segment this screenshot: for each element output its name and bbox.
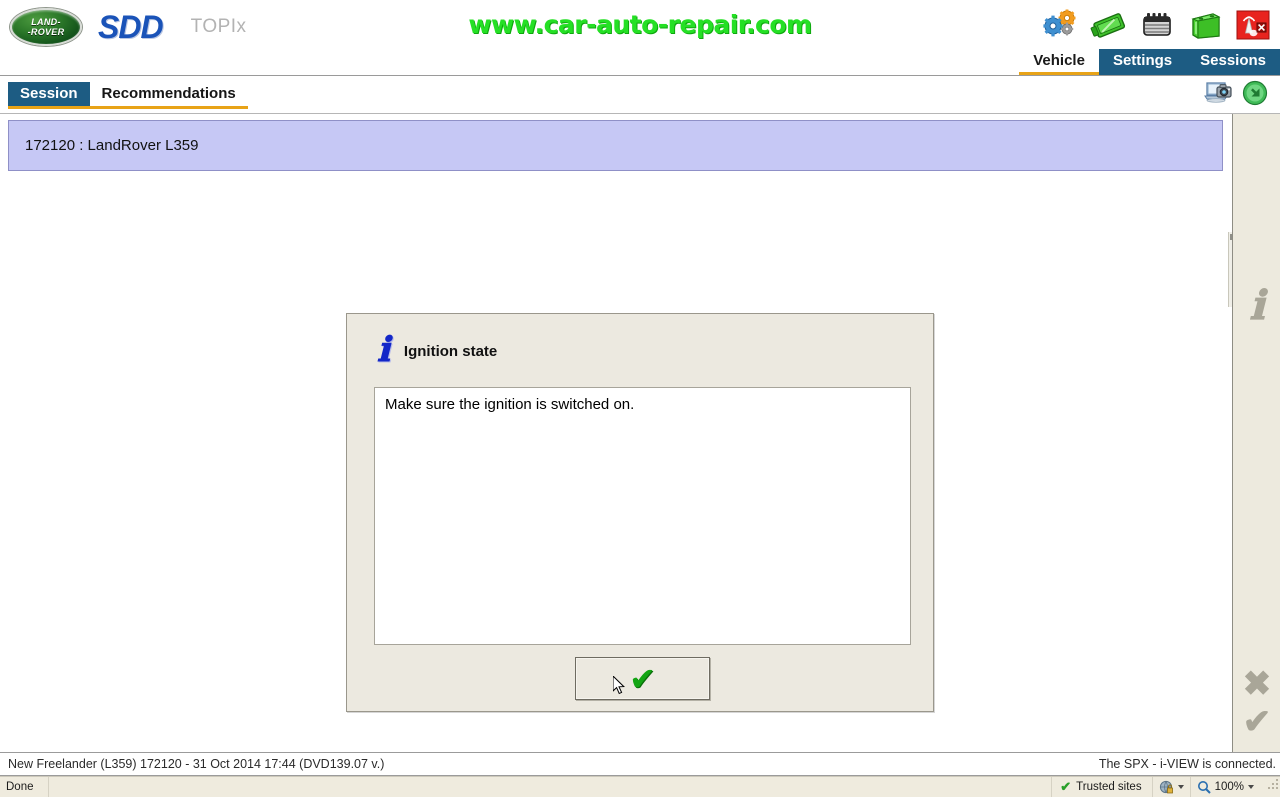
dialog-title-row: ℹ Ignition state xyxy=(377,332,498,369)
tab-recommendations[interactable]: Recommendations xyxy=(89,82,248,109)
info-icon: ℹ xyxy=(1249,283,1265,328)
tab-session[interactable]: Session xyxy=(8,82,90,109)
green-check-icon: ✔ xyxy=(1060,779,1072,794)
sub-navigation-bar: Session Recommendations xyxy=(0,76,1280,114)
land-rover-logo: LAND- -ROVER xyxy=(10,8,82,46)
main-content-area: 172120 : LandRover L359 ℹ Ignition state… xyxy=(0,114,1280,752)
sub-bar-icon-tray xyxy=(1204,79,1268,112)
browser-status-bar: Done ✔ Trusted sites 100% xyxy=(0,776,1280,797)
application-window: LAND- -ROVER SDD TOPIx www.car-auto-repa… xyxy=(0,0,1280,800)
confirm-check-icon: ✔ xyxy=(1242,703,1272,741)
security-zone-label: Trusted sites xyxy=(1076,781,1142,793)
dialog-confirm-button[interactable]: ✔ xyxy=(575,657,710,700)
subproduct-title: TOPIx xyxy=(190,16,247,37)
right-action-rail: ℹ ✖ ✔ xyxy=(1232,114,1280,752)
dialog-message: Make sure the ignition is switched on. xyxy=(385,396,635,413)
ignition-state-dialog: ℹ Ignition state Make sure the ignition … xyxy=(346,313,934,712)
dialog-title: Ignition state xyxy=(403,342,498,360)
tab-settings[interactable]: Settings xyxy=(1098,49,1187,75)
tab-vehicle[interactable]: Vehicle xyxy=(1019,49,1099,75)
chevron-down-icon[interactable] xyxy=(1177,785,1184,789)
magnifier-icon xyxy=(1197,781,1211,794)
green-back-arrow-icon[interactable] xyxy=(1242,80,1268,111)
dialog-message-panel: Make sure the ignition is switched on. xyxy=(374,387,911,645)
zoom-level-label: 100% xyxy=(1214,781,1244,793)
app-header: LAND- -ROVER SDD TOPIx www.car-auto-repa… xyxy=(0,0,1280,76)
logo-line-2: -ROVER xyxy=(27,27,65,37)
green-check-icon: ✔ xyxy=(629,659,656,698)
status-vehicle-info: New Freelander (L359) 172120 - 31 Oct 20… xyxy=(8,757,385,771)
security-zone-indicator[interactable]: ✔ Trusted sites xyxy=(1051,777,1151,797)
zoom-control[interactable]: 100% xyxy=(1189,777,1264,797)
tab-sessions[interactable]: Sessions xyxy=(1186,49,1280,75)
header-tabs: Vehicle Settings Sessions xyxy=(1019,49,1280,75)
battery-icon[interactable] xyxy=(1184,4,1226,46)
content-column: 172120 : LandRover L359 ℹ Ignition state… xyxy=(0,114,1241,752)
screenshot-camera-icon[interactable] xyxy=(1204,79,1234,112)
sub-tabs: Session Recommendations xyxy=(8,82,248,109)
wireless-disconnected-icon[interactable] xyxy=(1232,4,1274,46)
brand-area: LAND- -ROVER SDD TOPIx xyxy=(10,8,247,46)
header-icon-tray xyxy=(1040,4,1274,46)
session-banner: 172120 : LandRover L359 xyxy=(8,120,1223,171)
application-status-bar: New Freelander (L359) 172120 - 31 Oct 20… xyxy=(0,752,1280,776)
ecu-module-icon[interactable] xyxy=(1136,4,1178,46)
session-banner-label: 172120 : LandRover L359 xyxy=(25,137,199,154)
connector-cable-icon[interactable] xyxy=(1088,4,1130,46)
product-title: SDD xyxy=(98,8,164,45)
info-icon: ℹ xyxy=(377,332,390,369)
chevron-down-icon[interactable] xyxy=(1248,785,1254,789)
resize-grip[interactable] xyxy=(1266,777,1280,797)
internet-zone-icon[interactable] xyxy=(1151,777,1190,797)
browser-status-text: Done xyxy=(0,777,49,797)
logo-line-1: LAND- xyxy=(31,17,61,27)
status-device-connection: The SPX - i-VIEW is connected. xyxy=(1098,757,1276,771)
gears-icon[interactable] xyxy=(1040,4,1082,46)
cancel-x-icon: ✖ xyxy=(1242,665,1272,703)
